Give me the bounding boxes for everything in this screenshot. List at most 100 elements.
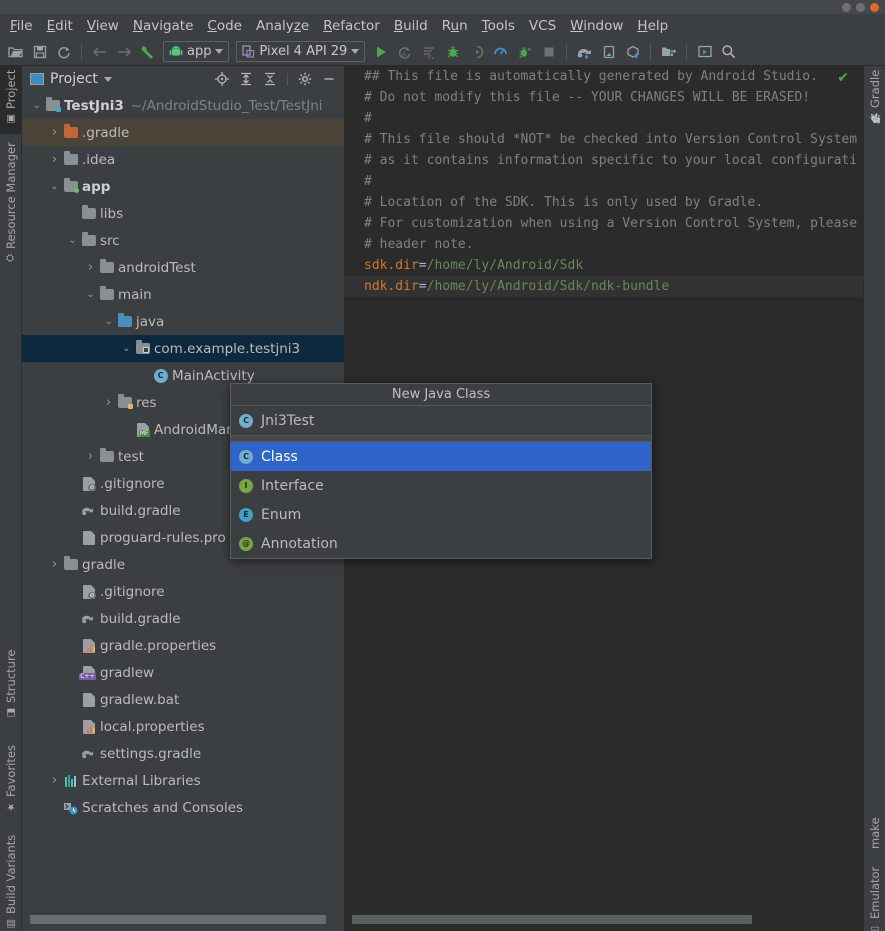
popup-item-enum[interactable]: E Enum — [231, 500, 651, 529]
run-icon[interactable] — [369, 41, 392, 63]
project-structure-icon[interactable] — [657, 41, 680, 63]
chevron-right-icon[interactable]: › — [48, 125, 61, 140]
tree-row[interactable]: gradle.properties — [22, 632, 344, 659]
hide-icon[interactable] — [320, 70, 338, 88]
attach-debugger-icon[interactable] — [465, 41, 488, 63]
chevron-down-icon[interactable]: ⌄ — [102, 316, 115, 327]
menu-item-refactor[interactable]: Refactor — [316, 16, 387, 36]
close-button[interactable] — [870, 2, 879, 12]
sync-icon[interactable] — [52, 41, 75, 63]
menu-item-tools[interactable]: Tools — [475, 16, 522, 36]
avd-manager-icon[interactable] — [597, 41, 620, 63]
sdk-manager-icon[interactable] — [621, 41, 644, 63]
menu-item-file[interactable]: File — [3, 16, 40, 36]
sidebar-item-structure[interactable]: ⬓ Structure — [0, 646, 22, 731]
chevron-right-icon[interactable]: › — [48, 557, 61, 572]
device-selector[interactable]: Pixel 4 API 29 — [236, 41, 366, 62]
locate-icon[interactable] — [213, 70, 231, 88]
sidebar-item-make[interactable]: make — [864, 813, 885, 861]
sidebar-item-favorites[interactable]: ★ Favorites — [0, 741, 22, 826]
layout-inspector-icon[interactable] — [693, 41, 716, 63]
menu-item-help[interactable]: Help — [630, 16, 675, 36]
tree-row[interactable]: ⌄ TestJni3 ~/AndroidStudio_Test/TestJni — [22, 92, 344, 119]
forward-arrow-icon[interactable] — [112, 41, 135, 63]
popup-item-class[interactable]: C Class — [231, 442, 651, 471]
tree-row[interactable]: › External Libraries — [22, 767, 344, 794]
popup-item-interface[interactable]: I Interface — [231, 471, 651, 500]
chevron-down-icon[interactable]: ⌄ — [30, 100, 43, 111]
tree-row[interactable]: settings.gradle — [22, 740, 344, 767]
code-line[interactable]: # This file should *NOT* be checked into… — [344, 129, 863, 150]
code-line[interactable]: ## This file is automatically generated … — [344, 66, 863, 87]
code-line[interactable]: # as it contains information specific to… — [344, 150, 863, 171]
popup-item-annotation[interactable]: @ Annotation — [231, 529, 651, 558]
save-icon[interactable] — [28, 41, 51, 63]
tree-row[interactable]: › androidTest — [22, 254, 344, 281]
tree-row[interactable]: ⊘ .gitignore — [22, 578, 344, 605]
expand-all-icon[interactable] — [237, 70, 255, 88]
chevron-right-icon[interactable]: › — [48, 152, 61, 167]
open-folder-icon[interactable] — [4, 41, 27, 63]
code-line[interactable]: sdk.dir=/home/ly/Android/Sdk — [344, 255, 863, 276]
stop-icon[interactable] — [537, 41, 560, 63]
gradle-sync-icon[interactable] — [573, 41, 596, 63]
tree-row[interactable]: › .idea — [22, 146, 344, 173]
tree-row[interactable]: › .gradle — [22, 119, 344, 146]
menu-item-analyze[interactable]: Analyze — [249, 16, 316, 36]
project-hscrollbar-track[interactable] — [22, 907, 344, 931]
popup-item-list[interactable]: C Jni3Test C Class I Interface E Enum @ Annotatio… — [231, 406, 651, 558]
run-configuration-selector[interactable]: app — [163, 41, 230, 62]
chevron-down-icon[interactable]: ⌄ — [48, 181, 61, 192]
inspection-ok-check-icon[interactable]: ✔ — [837, 70, 849, 86]
hammer-icon[interactable] — [136, 41, 159, 63]
code-line[interactable]: # Location of the SDK. This is only used… — [344, 192, 863, 213]
chevron-down-icon[interactable]: ⌄ — [84, 289, 97, 300]
code-line[interactable]: ndk.dir=/home/ly/Android/Sdk/ndk-bundle — [344, 276, 863, 297]
chevron-right-icon[interactable]: › — [48, 773, 61, 788]
tree-row[interactable]: ⌄ src — [22, 227, 344, 254]
sidebar-item-build-variants[interactable]: ▤ Build Variants — [0, 831, 22, 931]
tree-row[interactable]: C++ gradlew — [22, 659, 344, 686]
code-line[interactable]: # Do not modify this file -- YOUR CHANGE… — [344, 87, 863, 108]
editor-hscrollbar-thumb[interactable] — [352, 914, 752, 924]
menu-item-edit[interactable]: Edit — [40, 16, 80, 36]
collapse-all-icon[interactable] — [261, 70, 279, 88]
popup-item-jni3test[interactable]: C Jni3Test — [231, 406, 651, 435]
back-arrow-icon[interactable] — [88, 41, 111, 63]
tree-row[interactable]: ⌄ com.example.testjni3 — [22, 335, 344, 362]
maximize-button[interactable] — [856, 2, 865, 12]
tree-row[interactable]: libs — [22, 200, 344, 227]
tree-row[interactable]: ⌄ java — [22, 308, 344, 335]
menu-item-run[interactable]: Run — [435, 16, 475, 36]
apply-changes-icon[interactable]: A — [393, 41, 416, 63]
chevron-down-icon[interactable]: ⌄ — [66, 235, 79, 246]
sidebar-item-project[interactable]: ▣ Project — [0, 66, 22, 134]
chevron-down-icon[interactable] — [103, 76, 112, 82]
menu-item-code[interactable]: Code — [200, 16, 249, 36]
new-java-class-popup[interactable]: New Java Class C Jni3Test C Class I Interface… — [230, 383, 652, 559]
project-hscrollbar-thumb[interactable] — [30, 914, 326, 924]
tree-row[interactable]: Scratches and Consoles — [22, 794, 344, 821]
tree-row[interactable]: ⌄ main — [22, 281, 344, 308]
menu-item-window[interactable]: Window — [563, 16, 630, 36]
code-line[interactable]: # — [344, 171, 863, 192]
sidebar-item-gradle[interactable]: 🐘 Gradle — [864, 66, 885, 138]
chevron-right-icon[interactable]: › — [84, 449, 97, 464]
tree-row[interactable]: local.properties — [22, 713, 344, 740]
editor-hscrollbar-track[interactable] — [344, 907, 863, 931]
project-panel-title-group[interactable]: Project — [30, 71, 207, 87]
menu-item-vcs[interactable]: VCS — [522, 16, 563, 36]
code-line[interactable]: # — [344, 108, 863, 129]
chevron-down-icon[interactable]: ⌄ — [120, 343, 133, 354]
menu-item-view[interactable]: View — [80, 16, 126, 36]
run-with-coverage-icon[interactable] — [513, 41, 536, 63]
profiler-icon[interactable] — [489, 41, 512, 63]
tree-row[interactable]: gradlew.bat — [22, 686, 344, 713]
tree-row[interactable]: ⌄ app — [22, 173, 344, 200]
chevron-right-icon[interactable]: › — [102, 395, 115, 410]
apply-code-changes-icon[interactable] — [417, 41, 440, 63]
settings-gear-icon[interactable] — [296, 70, 314, 88]
search-icon[interactable] — [717, 41, 740, 63]
sidebar-item-emulator[interactable]: ▭ Emulator — [864, 863, 885, 931]
code-line[interactable]: # For customization when using a Version… — [344, 213, 863, 234]
